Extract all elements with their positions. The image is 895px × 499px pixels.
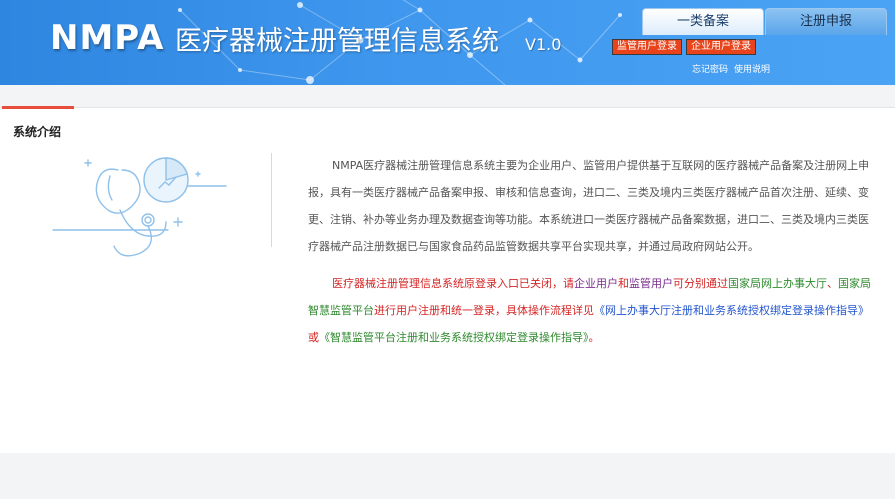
header-banner: NMPA 医疗器械注册管理信息系统 V1.0 一类备案 注册申报 监管用户登录 … bbox=[0, 0, 895, 85]
notice-text: 医疗器械注册管理信息系统原登录入口已关闭，请 bbox=[332, 277, 574, 290]
service-hall-guide-link[interactable]: 《网上办事大厅注册和业务系统授权绑定登录操作指导》 bbox=[594, 304, 869, 317]
notice-text: 、 bbox=[827, 277, 838, 290]
supervision-platform-guide-link[interactable]: 《智慧监管平台注册和业务系统授权绑定登录操作指导》 bbox=[319, 331, 589, 344]
nmpa-logo: NMPA bbox=[50, 18, 165, 58]
notice-text: 可分别通过 bbox=[673, 277, 728, 290]
notice-text: 进行用户注册和统一登录，具体操作流程详见 bbox=[374, 304, 594, 317]
system-intro-paragraph: NMPA医疗器械注册管理信息系统主要为企业用户、监管用户提供基于互联网的医疗器械… bbox=[308, 159, 870, 253]
section-accent-bar bbox=[2, 106, 74, 109]
forgot-password-link[interactable]: 忘记密码 bbox=[692, 64, 728, 76]
stethoscope-chart-illustration-icon bbox=[52, 157, 227, 257]
online-service-hall-link[interactable]: 国家局网上办事大厅 bbox=[728, 277, 827, 290]
notice-text: 。 bbox=[588, 331, 600, 344]
notice-regulator-user: 监管用户 bbox=[629, 277, 673, 290]
tab-registration-application[interactable]: 注册申报 bbox=[765, 8, 887, 35]
login-notice-paragraph: 医疗器械注册管理信息系统原登录入口已关闭，请企业用户和监管用户可分别通过国家局网… bbox=[308, 270, 872, 351]
tab-class-one-filing[interactable]: 一类备案 bbox=[642, 8, 764, 35]
notice-text: 或 bbox=[308, 331, 319, 344]
system-title: 医疗器械注册管理信息系统 bbox=[175, 26, 499, 57]
enterprise-login-button[interactable]: 企业用户登录 bbox=[686, 39, 756, 55]
notice-enterprise-user: 企业用户 bbox=[574, 277, 618, 290]
notice-text: 和 bbox=[618, 277, 629, 290]
section-title: 系统介绍 bbox=[13, 125, 62, 139]
vertical-divider bbox=[271, 153, 272, 247]
user-manual-link[interactable]: 使用说明 bbox=[734, 64, 770, 76]
version-label: V1.0 bbox=[525, 35, 562, 54]
regulator-login-button[interactable]: 监管用户登录 bbox=[612, 39, 682, 55]
